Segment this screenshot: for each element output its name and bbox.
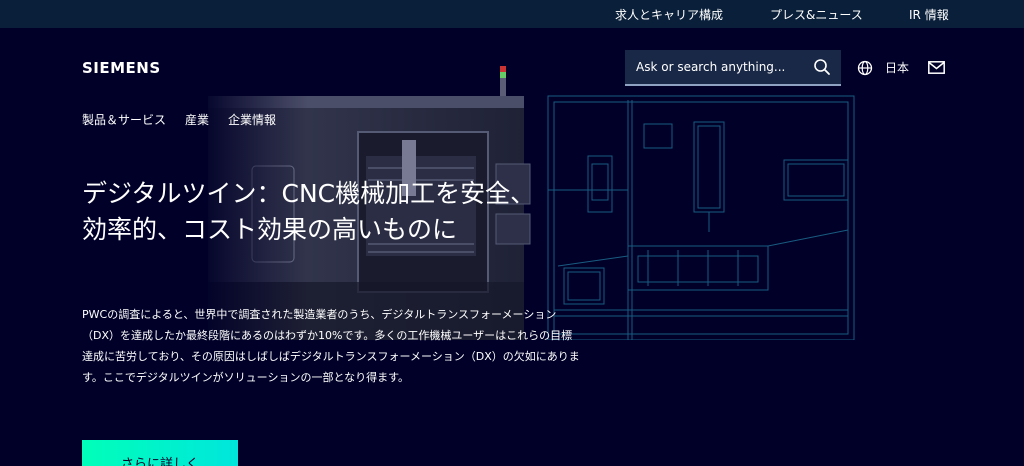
language-label: 日本 <box>885 61 910 75</box>
topbar-link-ir[interactable]: IR 情報 <box>909 6 949 23</box>
topbar-link-careers[interactable]: 求人とキャリア構成 <box>615 6 723 23</box>
learn-more-button[interactable]: さらに詳しく <box>82 440 238 466</box>
search-input[interactable]: Ask or search anything... <box>625 50 841 86</box>
search-icon[interactable] <box>813 58 831 76</box>
search-placeholder: Ask or search anything... <box>636 60 786 74</box>
nav-item-company[interactable]: 企業情報 <box>228 111 276 128</box>
mail-icon[interactable] <box>928 61 945 74</box>
language-selector[interactable]: 日本 <box>857 59 909 76</box>
nav-item-products[interactable]: 製品＆サービス <box>82 111 166 128</box>
hero-description: PWCの調査によると、世界中で調査された製造業者のうち、デジタルトランスフォーメ… <box>82 308 580 384</box>
hero-headline: デジタルツイン：CNC機械加工を安全、効率的、コスト効果の高いものに <box>82 179 536 244</box>
topbar-link-press[interactable]: プレス&ニュース <box>770 6 863 23</box>
main-nav: 製品＆サービス 産業 企業情報 <box>82 111 276 128</box>
utility-bar: 求人とキャリア構成 プレス&ニュース IR 情報 <box>0 0 1024 28</box>
siemens-logo[interactable]: SIEMENS <box>82 59 161 77</box>
globe-icon <box>857 60 873 75</box>
nav-item-industries[interactable]: 産業 <box>185 111 209 128</box>
